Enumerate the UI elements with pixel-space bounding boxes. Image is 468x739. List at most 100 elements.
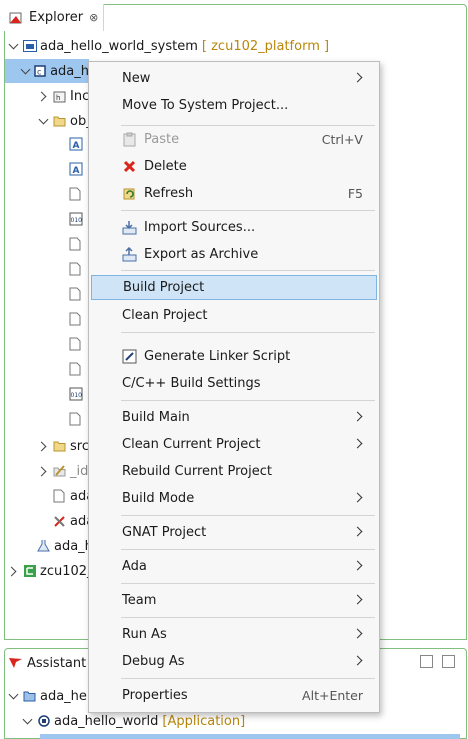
ide-folder-icon (53, 464, 67, 478)
tree-item-label: src (70, 438, 89, 454)
minimize-icon[interactable] (420, 655, 433, 668)
menu-item-rebuild-current[interactable]: Rebuild Current Project (89, 459, 379, 484)
menu-separator (121, 549, 375, 550)
menu-separator (121, 270, 375, 271)
includes-icon: h (53, 89, 67, 103)
binary-file-icon: 010 (69, 387, 83, 405)
menu-item-run-as[interactable]: Run As (89, 622, 379, 647)
tab-assistant-label: Assistant (27, 655, 87, 671)
menu-item-delete[interactable]: Delete (89, 154, 379, 179)
menu-item-team[interactable]: Team (89, 588, 379, 613)
tree-item-label: ada_hello_world_system (40, 38, 198, 54)
menu-item-label: Export as Archive (144, 247, 259, 262)
menu-item-label: Clean Current Project (122, 437, 261, 452)
tree-item-includes[interactable]: h Inc (38, 84, 89, 108)
menu-item-clean-project[interactable]: Clean Project (89, 303, 379, 328)
close-icon[interactable]: ⊗ (89, 11, 98, 24)
menu-item-build-project[interactable]: Build Project (91, 275, 377, 300)
menu-item-label: New (122, 71, 151, 86)
submenu-arrow-icon (352, 560, 363, 571)
tree-item-label: ada_hello_world (54, 713, 159, 729)
file-icon (69, 362, 81, 380)
tree-item-file3[interactable]: ada_h (37, 534, 93, 558)
tree-item-label: zcu102_ (40, 563, 94, 579)
chevron-down-icon[interactable] (8, 690, 20, 702)
menu-item-build-mode[interactable]: Build Mode (89, 486, 379, 511)
system-folder-icon (23, 689, 37, 703)
chevron-right-icon[interactable] (38, 90, 50, 102)
svg-text:A: A (73, 166, 80, 176)
tree-item-app[interactable]: c ada_h (5, 59, 89, 83)
tab-explorer[interactable]: Explorer ⊗ (4, 4, 104, 31)
app-tag: [Application] (162, 713, 246, 729)
tab-explorer-label: Explorer (29, 10, 84, 25)
menu-item-move-to-system[interactable]: Move To System Project... (89, 93, 379, 118)
menu-item-debug-as[interactable]: Debug As (89, 649, 379, 674)
svg-text:010: 010 (71, 217, 83, 224)
menu-item-clean-current[interactable]: Clean Current Project (89, 432, 379, 457)
menu-item-label: GNAT Project (122, 525, 207, 540)
tree-item-src[interactable]: src (38, 434, 89, 458)
submenu-arrow-icon (352, 655, 363, 666)
file-icon (69, 287, 81, 305)
export-icon (122, 246, 137, 262)
chevron-down-icon[interactable] (22, 715, 34, 727)
menu-item-new[interactable]: New (89, 66, 379, 91)
tree-item-ide[interactable]: _id (38, 459, 88, 483)
tree-item-obj[interactable]: ob_ (38, 109, 93, 133)
submenu-arrow-icon (352, 492, 363, 503)
submenu-arrow-icon (352, 594, 363, 605)
svg-text:c: c (37, 68, 41, 77)
chevron-right-icon[interactable] (38, 440, 50, 452)
flask-icon (37, 539, 51, 553)
menu-item-shortcut: Alt+Enter (302, 688, 363, 703)
menu-item-export-archive[interactable]: Export as Archive (89, 242, 379, 267)
chevron-down-icon[interactable] (8, 40, 20, 52)
menu-item-build-main[interactable]: Build Main (89, 405, 379, 430)
menu-item-label: C/C++ Build Settings (122, 376, 261, 391)
file-icon (69, 262, 81, 280)
menu-item-cpp-build-settings[interactable]: C/C++ Build Settings (89, 371, 379, 396)
chevron-right-icon[interactable] (8, 565, 20, 577)
file-icon (69, 337, 81, 355)
menu-item-paste[interactable]: Paste Ctrl+V (89, 127, 379, 152)
submenu-arrow-icon (352, 628, 363, 639)
menu-item-shortcut: Ctrl+V (321, 132, 363, 147)
menu-separator (121, 125, 375, 126)
menu-item-label: Delete (144, 159, 187, 174)
menu-item-label: Team (122, 593, 157, 608)
svg-text:A: A (73, 141, 80, 151)
menu-item-label: Build Main (122, 410, 190, 425)
chevron-down-icon[interactable] (20, 65, 30, 77)
menu-separator (121, 210, 375, 211)
ada-file-icon: A (69, 162, 83, 180)
menu-item-refresh[interactable]: Refresh F5 (89, 181, 379, 206)
menu-item-gnat-project[interactable]: GNAT Project (89, 520, 379, 545)
platform-icon (23, 564, 37, 578)
chevron-right-icon[interactable] (38, 465, 50, 477)
menu-item-label: Import Sources... (144, 220, 256, 235)
menu-item-label: Run As (122, 627, 167, 642)
chevron-down-icon[interactable] (38, 115, 50, 127)
menu-item-ada[interactable]: Ada (89, 554, 379, 579)
selection-bar (40, 734, 460, 739)
svg-text:010: 010 (71, 392, 83, 399)
submenu-arrow-icon (352, 438, 363, 449)
tab-assistant[interactable]: Assistant (8, 652, 86, 674)
menu-separator (121, 678, 375, 679)
maximize-icon[interactable] (442, 655, 455, 668)
tree-item-system[interactable]: ada_hello_world_system [ zcu102_platform… (8, 34, 329, 58)
menu-item-generate-linker[interactable]: Generate Linker Script (89, 344, 379, 369)
menu-item-label: Ada (122, 559, 147, 574)
tools-file-icon (53, 514, 67, 528)
menu-item-properties[interactable]: Properties Alt+Enter (89, 683, 379, 708)
tree-item-platform[interactable]: zcu102_ (8, 559, 94, 583)
menu-separator (121, 400, 375, 401)
file-icon (69, 187, 81, 205)
file-icon (69, 312, 81, 330)
menu-item-import-sources[interactable]: Import Sources... (89, 215, 379, 240)
menu-item-label: Build Mode (122, 491, 195, 506)
assistant-icon (8, 656, 22, 670)
file-icon (53, 489, 67, 503)
menu-item-label: Properties (122, 688, 188, 703)
